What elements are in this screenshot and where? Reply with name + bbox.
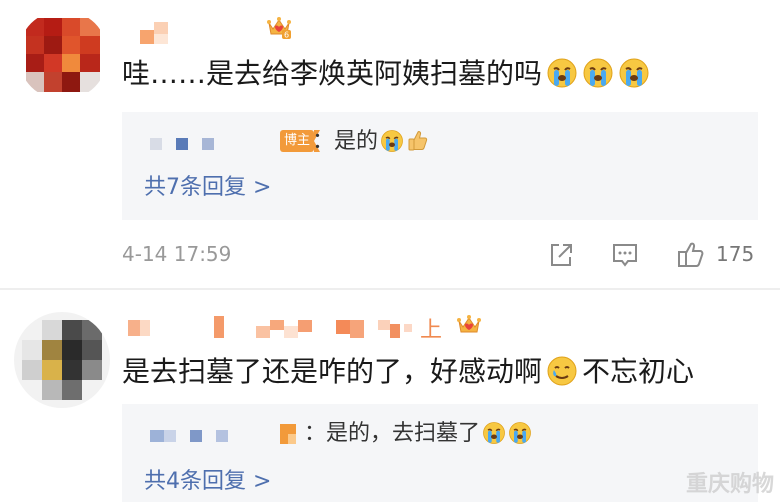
- comment-divider: [0, 288, 780, 290]
- crying-face-icon: [482, 421, 506, 445]
- reply-text: ：是的，去扫墓了: [304, 420, 532, 448]
- comment-item: 上 是去扫墓了还是咋的了，好感动啊 不忘初心 ：是的，去扫墓了 共4条回复 >: [0, 0, 780, 502]
- like-icon[interactable]: [676, 240, 706, 270]
- watermark: 重庆购物: [685, 472, 774, 497]
- avatar[interactable]: [14, 312, 110, 408]
- reply-text-content: ：是的，去扫墓了: [304, 421, 481, 446]
- crown-badge-icon: [456, 312, 482, 338]
- crying-face-icon: [508, 421, 532, 445]
- share-icon[interactable]: [546, 240, 576, 270]
- username-blurred[interactable]: 上: [128, 316, 468, 343]
- reply-box: ：是的，去扫墓了 共4条回复 >: [122, 404, 758, 502]
- username-tail: 上: [420, 318, 443, 343]
- comment-text-content: 是去扫墓了还是咋的了，好感动啊: [122, 355, 543, 388]
- comment-text-suffix: 不忘初心: [582, 355, 695, 388]
- timestamp: 4-14 17:59: [122, 242, 232, 266]
- reply-username-blurred[interactable]: [150, 430, 250, 444]
- comment-text: 是去扫墓了还是咋的了，好感动啊 不忘初心: [122, 354, 694, 390]
- tearful-smile-icon: [546, 355, 578, 387]
- more-replies-link[interactable]: 共4条回复 >: [144, 468, 271, 496]
- like-count: 175: [716, 242, 755, 266]
- comment-meta: 4-14 17:59 175: [122, 240, 780, 274]
- comment-icon[interactable]: [610, 240, 640, 270]
